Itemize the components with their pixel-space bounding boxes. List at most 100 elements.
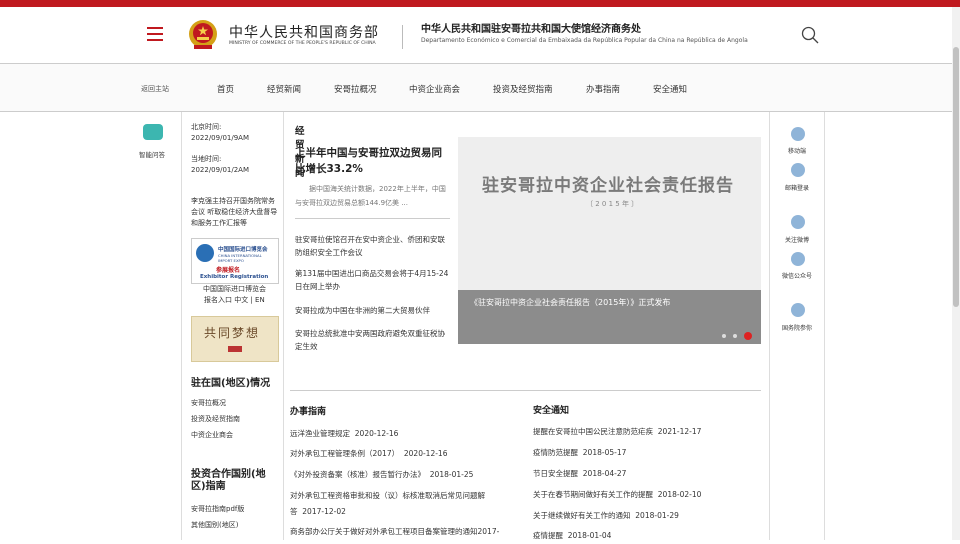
safety-heading[interactable]: 安全通知 bbox=[533, 403, 569, 416]
expo-globe-icon bbox=[196, 244, 214, 262]
state-council-icon[interactable] bbox=[791, 303, 805, 317]
safety-row-title[interactable]: 节日安全提醒 bbox=[533, 469, 578, 478]
wechat-icon[interactable] bbox=[791, 252, 805, 266]
mobile-icon[interactable] bbox=[791, 127, 805, 141]
expo-subtitle: CHINA INTERNATIONAL IMPORT EXPO bbox=[218, 253, 262, 263]
news-link[interactable]: 驻安哥拉使馆召开在安中资企业、侨团和安联防组织安全工作会议 bbox=[295, 233, 451, 259]
mobile-label[interactable]: 移动端 bbox=[771, 146, 823, 155]
common-dream-banner[interactable]: 共同梦想 bbox=[191, 316, 279, 362]
guide-row-title[interactable]: 对外承包工程管理条例（2017） bbox=[290, 449, 399, 458]
safety-row[interactable]: 疫情提醒 2018-01-04 bbox=[533, 528, 611, 544]
weibo-icon[interactable] bbox=[791, 215, 805, 229]
expo-links[interactable]: 报名入口 中文 | EN bbox=[204, 295, 265, 306]
back-to-main-site-link[interactable]: 返回主站 bbox=[141, 84, 169, 94]
safety-row[interactable]: 疫情防范提醒 2018-05-17 bbox=[533, 445, 626, 461]
safety-row[interactable]: 关于继续做好有关工作的通知 2018-01-29 bbox=[533, 508, 679, 524]
guide-row-date: 2020-12-16 bbox=[403, 449, 448, 458]
guide-row[interactable]: 对外承包工程资格审批和投（议）标核准取消后常见问题解答 2017-12-02 bbox=[290, 488, 515, 520]
side-link[interactable]: 投资及经贸指南 bbox=[191, 414, 240, 424]
safety-row-date: 2018-01-04 bbox=[567, 531, 612, 540]
news-link[interactable]: 安哥拉总统批准中安两国政府避免双重征税协定生效 bbox=[295, 327, 451, 353]
carousel-caption[interactable]: 《驻安哥拉中资企业社会责任报告（2015年）》正式发布 bbox=[470, 297, 670, 308]
guide-row-title[interactable]: 商务部办公厅关于做好对外承包工程项目备案管理的通知 bbox=[290, 527, 478, 536]
carousel-slide-title: 驻安哥拉中资企业社会责任报告 bbox=[482, 176, 734, 196]
side-link[interactable]: 安哥拉概况 bbox=[191, 398, 226, 408]
nav-item-safety-notice[interactable]: 安全通知 bbox=[653, 83, 687, 95]
left-tool-column: 智能问答 bbox=[128, 112, 180, 540]
side-link[interactable]: 其他国别(地区) bbox=[191, 520, 238, 530]
main-nav: 返回主站 首页 经贸新闻 安哥拉概况 中资企业商会 投资及经贸指南 办事指南 安… bbox=[0, 63, 952, 112]
nav-item-trade-news[interactable]: 经贸新闻 bbox=[267, 83, 301, 95]
guide-row[interactable]: 商务部办公厅关于做好对外承包工程项目备案管理的通知2017- bbox=[290, 524, 499, 540]
safety-row-date: 2018-01-29 bbox=[635, 511, 679, 520]
menu-icon[interactable] bbox=[147, 27, 163, 41]
header: 中华人民共和国商务部 MINISTRY OF COMMERCE OF THE P… bbox=[0, 7, 952, 63]
robot-icon[interactable] bbox=[143, 124, 163, 140]
seal-icon bbox=[228, 346, 242, 352]
guide-row-date: 2017- bbox=[477, 527, 500, 536]
column-divider bbox=[824, 112, 825, 540]
side-link[interactable]: 中资企业商会 bbox=[191, 430, 233, 440]
guide-heading[interactable]: 办事指南 bbox=[290, 404, 326, 417]
safety-row[interactable]: 提醒在安哥拉中国公民注意防范疟疾 2021-12-17 bbox=[533, 424, 701, 440]
guide-row-title[interactable]: 远洋渔业管理规定 bbox=[290, 429, 350, 438]
side-link[interactable]: 安哥拉指南pdf版 bbox=[191, 504, 244, 514]
nav-item-service-guide[interactable]: 办事指南 bbox=[586, 83, 620, 95]
expo-caption: 中国国际进口博览会 bbox=[203, 285, 266, 293]
column-divider bbox=[181, 112, 182, 540]
news-carousel[interactable]: 驻安哥拉中资企业社会责任报告 〔 2 0 1 5 年 〕 《驻安哥拉中资企业社会… bbox=[458, 137, 761, 344]
dream-text: 共同梦想 bbox=[204, 326, 261, 340]
safety-row-title[interactable]: 关于在春节期间做好有关工作的提醒 bbox=[533, 490, 653, 499]
embassy-title: 中华人民共和国驻安哥拉共和国大使馆经济商务处 bbox=[421, 24, 641, 35]
nav-item-home[interactable]: 首页 bbox=[217, 83, 234, 95]
scrollbar-thumb[interactable] bbox=[953, 47, 959, 307]
nav-item-angola-overview[interactable]: 安哥拉概况 bbox=[334, 83, 377, 95]
search-icon[interactable] bbox=[801, 26, 819, 44]
carousel-slide-year: 〔 2 0 1 5 年 〕 bbox=[586, 200, 639, 208]
carousel-dot[interactable] bbox=[733, 334, 737, 338]
safety-row-title[interactable]: 疫情防范提醒 bbox=[533, 448, 578, 457]
ministry-logo-text[interactable]: 中华人民共和国商务部 bbox=[229, 22, 379, 42]
guide-row[interactable]: 对外承包工程管理条例（2017） 2020-12-16 bbox=[290, 446, 447, 462]
local-time-label: 当地时间: bbox=[191, 155, 222, 163]
safety-row[interactable]: 关于在春节期间做好有关工作的提醒 2018-02-10 bbox=[533, 487, 701, 503]
carousel-dot-active[interactable] bbox=[744, 332, 752, 340]
carousel-dot[interactable] bbox=[722, 334, 726, 338]
weibo-label[interactable]: 关注微博 bbox=[771, 235, 823, 244]
news-link[interactable]: 第131届中国进出口商品交易会将于4月15-24日在网上举办 bbox=[295, 267, 451, 293]
guide-row[interactable]: 《对外投资备案（核准）报告暂行办法》 2018-01-25 bbox=[290, 467, 473, 483]
smart-qa-label[interactable]: 智能问答 bbox=[139, 149, 165, 159]
column-divider bbox=[769, 112, 770, 540]
scrollbar[interactable] bbox=[952, 7, 960, 540]
guide-row-title[interactable]: 《对外投资备案（核准）报告暂行办法》 bbox=[290, 470, 425, 479]
wechat-label[interactable]: 微信公众号 bbox=[771, 271, 823, 280]
news-headline[interactable]: 上半年中国与安哥拉双边贸易同比增长33.2% bbox=[295, 145, 450, 177]
national-emblem-icon bbox=[189, 20, 217, 49]
safety-row[interactable]: 节日安全提醒 2018-04-27 bbox=[533, 466, 626, 482]
nav-item-chinese-chamber[interactable]: 中资企业商会 bbox=[409, 83, 460, 95]
state-council-label[interactable]: 国务院参你 bbox=[771, 323, 823, 332]
section-investment-guide: 投资合作国别(地区)指南 bbox=[191, 469, 266, 492]
import-expo-banner[interactable]: 中国国际进口博览会 CHINA INTERNATIONAL IMPORT EXP… bbox=[191, 238, 279, 284]
expo-register-en: Exhibitor Registration bbox=[200, 274, 269, 280]
nav-item-investment-guide[interactable]: 投资及经贸指南 bbox=[493, 83, 553, 95]
safety-row-title[interactable]: 关于继续做好有关工作的通知 bbox=[533, 511, 631, 520]
section-host-country: 驻在国(地区)情况 bbox=[191, 378, 271, 389]
expo-title: 中国国际进口博览会 bbox=[218, 247, 268, 253]
news-link[interactable]: 安哥拉成为中国在非洲的第二大贸易伙伴 bbox=[295, 304, 451, 317]
safety-row-date: 2018-04-27 bbox=[582, 469, 627, 478]
mail-icon[interactable] bbox=[791, 163, 805, 177]
column-divider bbox=[283, 112, 284, 540]
safety-row-date: 2018-05-17 bbox=[582, 448, 627, 457]
guide-row-date: 2017-12-02 bbox=[302, 507, 346, 516]
news-summary: 据中国海关统计数据，2022年上半年，中国与安哥拉双边贸易总额144.9亿美 .… bbox=[295, 185, 446, 207]
divider bbox=[290, 390, 761, 391]
local-time-value: 2022/09/01/2AM bbox=[191, 166, 249, 174]
safety-row-title[interactable]: 疫情提醒 bbox=[533, 531, 563, 540]
safety-row-title[interactable]: 提醒在安哥拉中国公民注意防范疟疾 bbox=[533, 427, 653, 436]
header-divider bbox=[402, 25, 403, 49]
beijing-time-value: 2022/09/01/9AM bbox=[191, 134, 249, 142]
info-news-link[interactable]: 李克强主持召开国务院常务会议 听取稳住经济大盘督导和服务工作汇报等 bbox=[191, 196, 279, 229]
guide-row[interactable]: 远洋渔业管理规定 2020-12-16 bbox=[290, 426, 398, 442]
mail-login-label[interactable]: 邮箱登录 bbox=[771, 183, 823, 192]
